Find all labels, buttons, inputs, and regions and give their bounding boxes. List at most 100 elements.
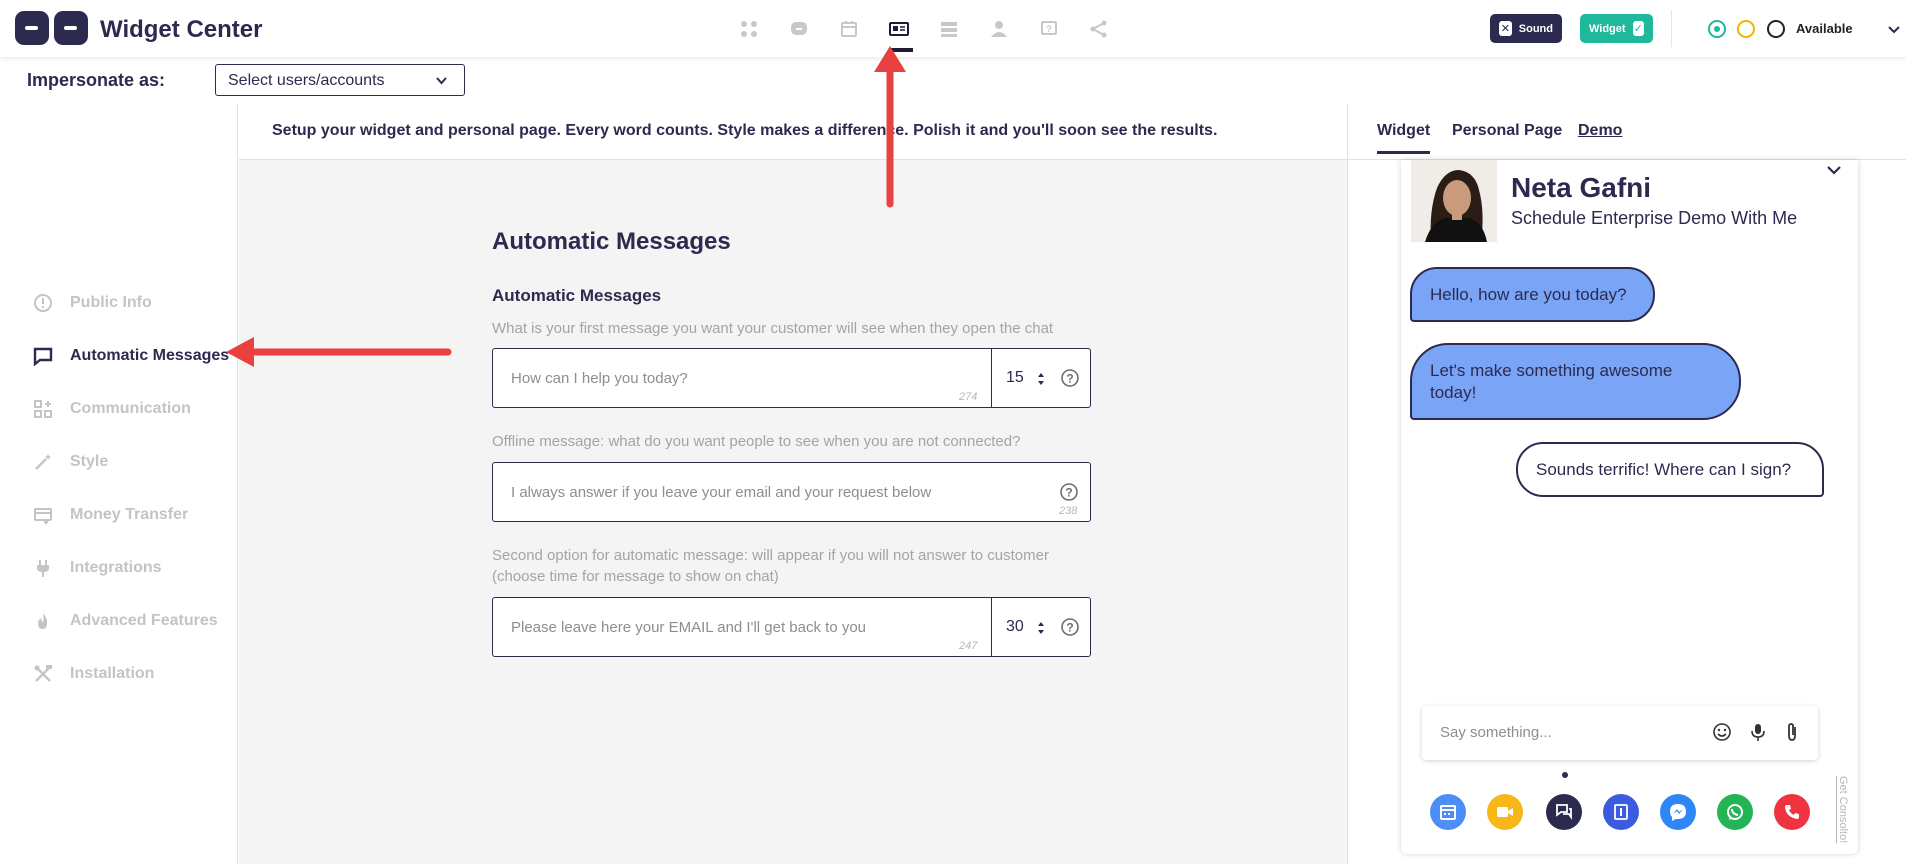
section-title: Automatic Messages xyxy=(492,228,731,255)
calendar-button[interactable] xyxy=(1430,794,1466,830)
tab-widget[interactable]: Widget xyxy=(1377,122,1431,154)
sidebar-item-advanced-features[interactable]: Advanced Features xyxy=(33,609,218,633)
message-icon xyxy=(33,347,53,366)
widget-toggle[interactable]: Widget ✓ xyxy=(1580,14,1653,43)
chat-input[interactable]: Say something... xyxy=(1422,706,1818,760)
subsection-title: Automatic Messages xyxy=(492,286,662,305)
impersonate-select[interactable]: Select users/accounts xyxy=(215,64,465,96)
agent-subtitle: Schedule Enterprise Demo With Me xyxy=(1511,208,1798,228)
close-icon: ✕ xyxy=(1499,21,1512,36)
char-count: 274 xyxy=(959,391,978,403)
first-message-field: How can I help you today? 274 15 ? xyxy=(492,348,1091,408)
preview-panel: Widget Personal Page Demo Neta Gafni Sch… xyxy=(1347,104,1906,864)
sidebar: Public Info Automatic Messages Communica… xyxy=(0,104,238,864)
chevron-down-icon xyxy=(436,77,447,85)
calendar-icon xyxy=(1440,805,1456,820)
emoji-icon[interactable] xyxy=(1712,722,1732,742)
message-text: Hello, how are you today? xyxy=(1430,284,1627,304)
chat-bubble-bot: Let's make something awesome today! xyxy=(1410,343,1741,420)
main-content: Setup your widget and personal page. Eve… xyxy=(239,104,1347,864)
svg-text:?: ? xyxy=(1065,486,1072,500)
widget-label: Widget xyxy=(1589,22,1626,35)
message-text: Let's make something awesome today! xyxy=(1430,360,1673,402)
sidebar-item-label: Automatic Messages xyxy=(70,347,230,364)
chat-icon xyxy=(1556,804,1572,820)
help-icon[interactable]: ? xyxy=(1060,368,1080,388)
sidebar-item-integrations[interactable]: Integrations xyxy=(33,556,162,580)
sidebar-item-label: Installation xyxy=(70,665,155,682)
sidebar-item-label: Communication xyxy=(70,400,191,417)
check-icon: ✓ xyxy=(1632,21,1644,36)
avatar xyxy=(1411,160,1497,242)
chat-input-placeholder: Say something... xyxy=(1440,724,1552,741)
sound-toggle[interactable]: ✕ Sound xyxy=(1490,14,1562,43)
user-icon[interactable] xyxy=(974,16,1024,42)
spinner-icon[interactable] xyxy=(1036,371,1046,387)
chevron-down-icon[interactable] xyxy=(1824,160,1844,180)
dashboard-icon[interactable] xyxy=(724,16,774,42)
spinner-icon[interactable] xyxy=(1036,620,1046,636)
help-icon[interactable]: ? xyxy=(1060,617,1080,637)
field-description: Offline message: what do you want people… xyxy=(492,433,1021,450)
plug-icon xyxy=(37,560,49,577)
sidebar-item-automatic-messages[interactable]: Automatic Messages xyxy=(33,344,229,368)
chat-bubble-bot: Hello, how are you today? xyxy=(1410,267,1655,322)
char-count: 238 xyxy=(1059,505,1078,517)
sidebar-item-label: Money Transfer xyxy=(70,506,189,523)
whatsapp-icon xyxy=(1727,804,1743,820)
chat-button[interactable] xyxy=(1546,794,1582,830)
id-card-icon[interactable] xyxy=(874,16,924,52)
agent-name: Neta Gafni xyxy=(1511,172,1652,203)
messenger-button[interactable] xyxy=(1660,794,1696,830)
flame-icon xyxy=(38,613,48,629)
status-away-radio[interactable] xyxy=(1737,20,1755,38)
tab-personal-page[interactable]: Personal Page xyxy=(1452,122,1562,140)
sound-label: Sound xyxy=(1518,22,1553,35)
second-message-input[interactable]: Please leave here your EMAIL and I'll ge… xyxy=(511,619,866,636)
calendar-icon[interactable] xyxy=(824,16,874,42)
video-button[interactable] xyxy=(1487,794,1523,830)
header-text: Setup your widget and personal page. Eve… xyxy=(272,122,1218,139)
money-transfer-icon xyxy=(34,508,52,524)
field-description: What is your first message you want your… xyxy=(492,320,1054,337)
preview-tabs: Widget Personal Page Demo xyxy=(1348,104,1906,160)
list-icon[interactable] xyxy=(924,16,974,42)
delay-stepper[interactable]: 30 ? xyxy=(991,598,1090,656)
chevron-down-icon[interactable] xyxy=(1886,21,1902,37)
status-offline-radio[interactable] xyxy=(1767,20,1785,38)
second-message-field: Please leave here your EMAIL and I'll ge… xyxy=(492,597,1091,657)
impersonate-label: Impersonate as: xyxy=(27,70,166,90)
share-icon[interactable] xyxy=(1074,16,1124,42)
whatsapp-button[interactable] xyxy=(1717,794,1753,830)
form-button[interactable] xyxy=(1603,794,1639,830)
app-logo[interactable] xyxy=(15,11,88,45)
availability-label: Available xyxy=(1796,21,1853,36)
phone-button[interactable] xyxy=(1774,794,1810,830)
status-online-radio[interactable] xyxy=(1708,20,1726,38)
sidebar-item-label: Public Info xyxy=(70,294,152,311)
sidebar-item-style[interactable]: Style xyxy=(33,450,108,474)
offline-message-input[interactable]: I always answer if you leave your email … xyxy=(511,484,931,501)
message-text: Sounds terrific! Where can I sign? xyxy=(1536,459,1792,479)
sidebar-item-installation[interactable]: Installation xyxy=(33,662,154,686)
sidebar-item-money-transfer[interactable]: Money Transfer xyxy=(33,503,188,527)
tab-demo[interactable]: Demo xyxy=(1578,122,1622,140)
microphone-icon[interactable] xyxy=(1748,722,1768,742)
delay-stepper[interactable]: 15 ? xyxy=(991,349,1090,407)
video-icon xyxy=(1497,807,1513,817)
sidebar-item-public-info[interactable]: Public Info xyxy=(33,291,152,315)
sidebar-item-label: Integrations xyxy=(70,559,162,576)
get-consolto-link[interactable]: Get Consolto! xyxy=(1837,776,1849,843)
attachment-icon[interactable] xyxy=(1782,722,1802,742)
help-icon[interactable]: ? xyxy=(1059,482,1079,502)
impersonate-select-value: Select users/accounts xyxy=(228,72,385,89)
offline-message-field: I always answer if you leave your email … xyxy=(492,462,1091,522)
chat-icon[interactable] xyxy=(774,16,824,42)
question-icon[interactable]: ? xyxy=(1024,16,1074,42)
grid-plus-icon xyxy=(34,400,52,418)
active-indicator xyxy=(1562,772,1568,778)
first-message-input[interactable]: How can I help you today? xyxy=(511,370,688,387)
field-description: Second option for automatic message: wil… xyxy=(492,547,1049,585)
sidebar-item-label: Advanced Features xyxy=(70,612,218,629)
sidebar-item-communication[interactable]: Communication xyxy=(33,397,191,421)
